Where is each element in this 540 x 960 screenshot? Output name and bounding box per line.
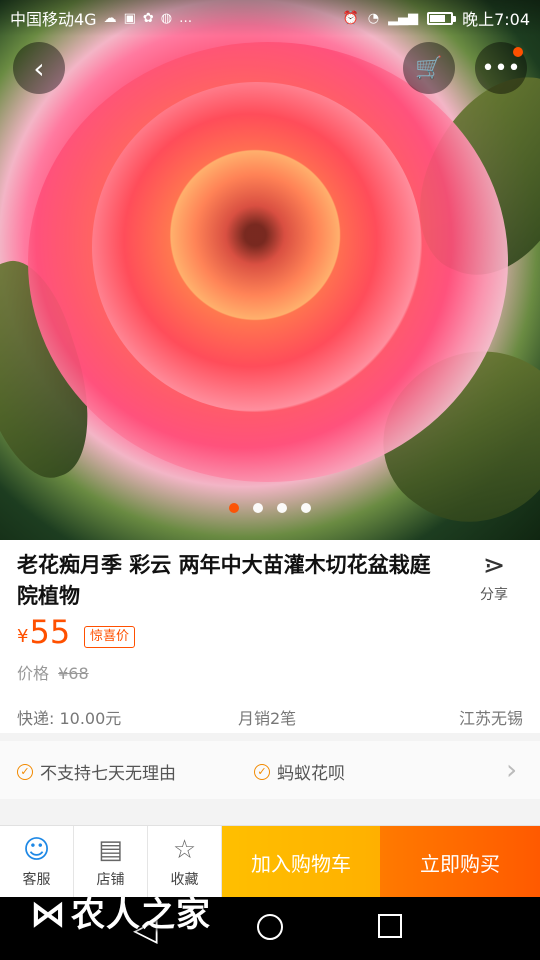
original-price-label: 价格	[17, 664, 50, 683]
nav-home-icon[interactable]	[257, 914, 283, 940]
price-display: ¥ 55	[17, 613, 70, 651]
rose-petal	[164, 145, 354, 325]
wifi-icon: ◔	[367, 10, 380, 26]
service-icon: ☺	[22, 834, 51, 865]
ellipsis-icon: …	[179, 10, 193, 26]
chevron-right-icon[interactable]: ›	[506, 756, 517, 784]
star-icon: ☆	[172, 834, 197, 865]
battery-icon	[427, 11, 457, 25]
nav-recent-apps-icon[interactable]	[378, 914, 402, 938]
share-icon: ⋗	[482, 550, 506, 581]
check-circle-icon: ✓	[254, 763, 270, 780]
product-info: 老花痴月季 彩云 两年中大苗灌木切花盆栽庭院植物 ⋗ 分享 ¥ 55 惊喜价 价…	[0, 540, 540, 733]
share-label: 分享	[480, 587, 508, 603]
add-to-cart-button[interactable]: 加入购物车	[222, 826, 380, 898]
currency-symbol: ¥	[17, 626, 29, 647]
product-title: 老花痴月季 彩云 两年中大苗灌木切花盆栽庭院植物	[17, 553, 431, 608]
paw-icon: ✿	[142, 10, 154, 26]
shop-button[interactable]: ▤ 店铺	[74, 826, 148, 898]
bottom-action-bar: ☺ 客服 ▤ 店铺 ☆ 收藏 加入购物车 立即购买	[0, 825, 540, 898]
service-guarantees[interactable]: ✓ 不支持七天无理由 ✓ 蚂蚁花呗 ›	[0, 741, 540, 799]
watermark-logo-icon: ⋈	[30, 894, 67, 935]
guarantee-no-return: ✓ 不支持七天无理由	[17, 759, 176, 784]
carousel-indicator	[229, 503, 311, 513]
original-price-value: ¥68	[58, 664, 89, 683]
service-label: 客服	[22, 871, 51, 888]
watermark: ⋈ 农人之家	[30, 894, 211, 936]
status-bar: 中国移动4G ☁ ▣ ✿ ◍ … ⏰ ◔ ▂▄▆ 晚上7:04	[0, 0, 540, 36]
shipping-fee: 快递: 10.00元	[17, 709, 122, 728]
notification-dot	[513, 47, 523, 57]
more-horizontal-icon: •••	[481, 55, 521, 81]
carrier-label: 中国移动4G	[10, 10, 97, 29]
favorite-label: 收藏	[170, 871, 199, 888]
guarantee-huabei: ✓ 蚂蚁花呗	[254, 759, 345, 784]
product-image-carousel[interactable]: 中国移动4G ☁ ▣ ✿ ◍ … ⏰ ◔ ▂▄▆ 晚上7:04 ‹ 🛒 •••	[0, 0, 540, 540]
carousel-dot[interactable]	[301, 503, 311, 513]
time-label: 晚上7:04	[462, 10, 530, 29]
carousel-dot[interactable]	[253, 503, 263, 513]
section-divider	[0, 799, 540, 825]
carousel-dot[interactable]	[277, 503, 287, 513]
carousel-dot-active[interactable]	[229, 503, 239, 513]
back-button[interactable]: ‹	[13, 42, 65, 94]
promo-tag: 惊喜价	[84, 626, 136, 648]
guarantee-label: 蚂蚁花呗	[277, 764, 345, 784]
app-icon: ▣	[123, 10, 136, 26]
baidu-icon: ◍	[160, 10, 173, 26]
chevron-left-icon: ‹	[33, 51, 45, 85]
buy-now-button[interactable]: 立即购买	[380, 826, 540, 898]
share-button[interactable]: ⋗ 分享	[472, 552, 516, 604]
favorite-button[interactable]: ☆ 收藏	[148, 826, 222, 898]
shopping-cart-icon: 🛒	[415, 55, 443, 81]
price-amount: 55	[29, 613, 71, 651]
customer-service-button[interactable]: ☺ 客服	[0, 826, 74, 898]
cart-button[interactable]: 🛒	[403, 42, 455, 94]
product-detail-page: 中国移动4G ☁ ▣ ✿ ◍ … ⏰ ◔ ▂▄▆ 晚上7:04 ‹ 🛒 •••	[0, 0, 540, 960]
cloud-icon: ☁	[103, 10, 117, 26]
monthly-sales: 月销2笔	[238, 709, 297, 728]
guarantee-label: 不支持七天无理由	[40, 764, 176, 784]
check-circle-icon: ✓	[17, 763, 33, 780]
signal-icon: ▂▄▆	[388, 10, 419, 26]
original-price: 价格 ¥68	[17, 660, 89, 684]
seller-location: 江苏无锡	[458, 709, 523, 728]
watermark-text: 农人之家	[71, 895, 211, 935]
store-icon: ▤	[98, 834, 123, 865]
alarm-icon: ⏰	[342, 10, 359, 26]
shop-label: 店铺	[96, 871, 125, 888]
